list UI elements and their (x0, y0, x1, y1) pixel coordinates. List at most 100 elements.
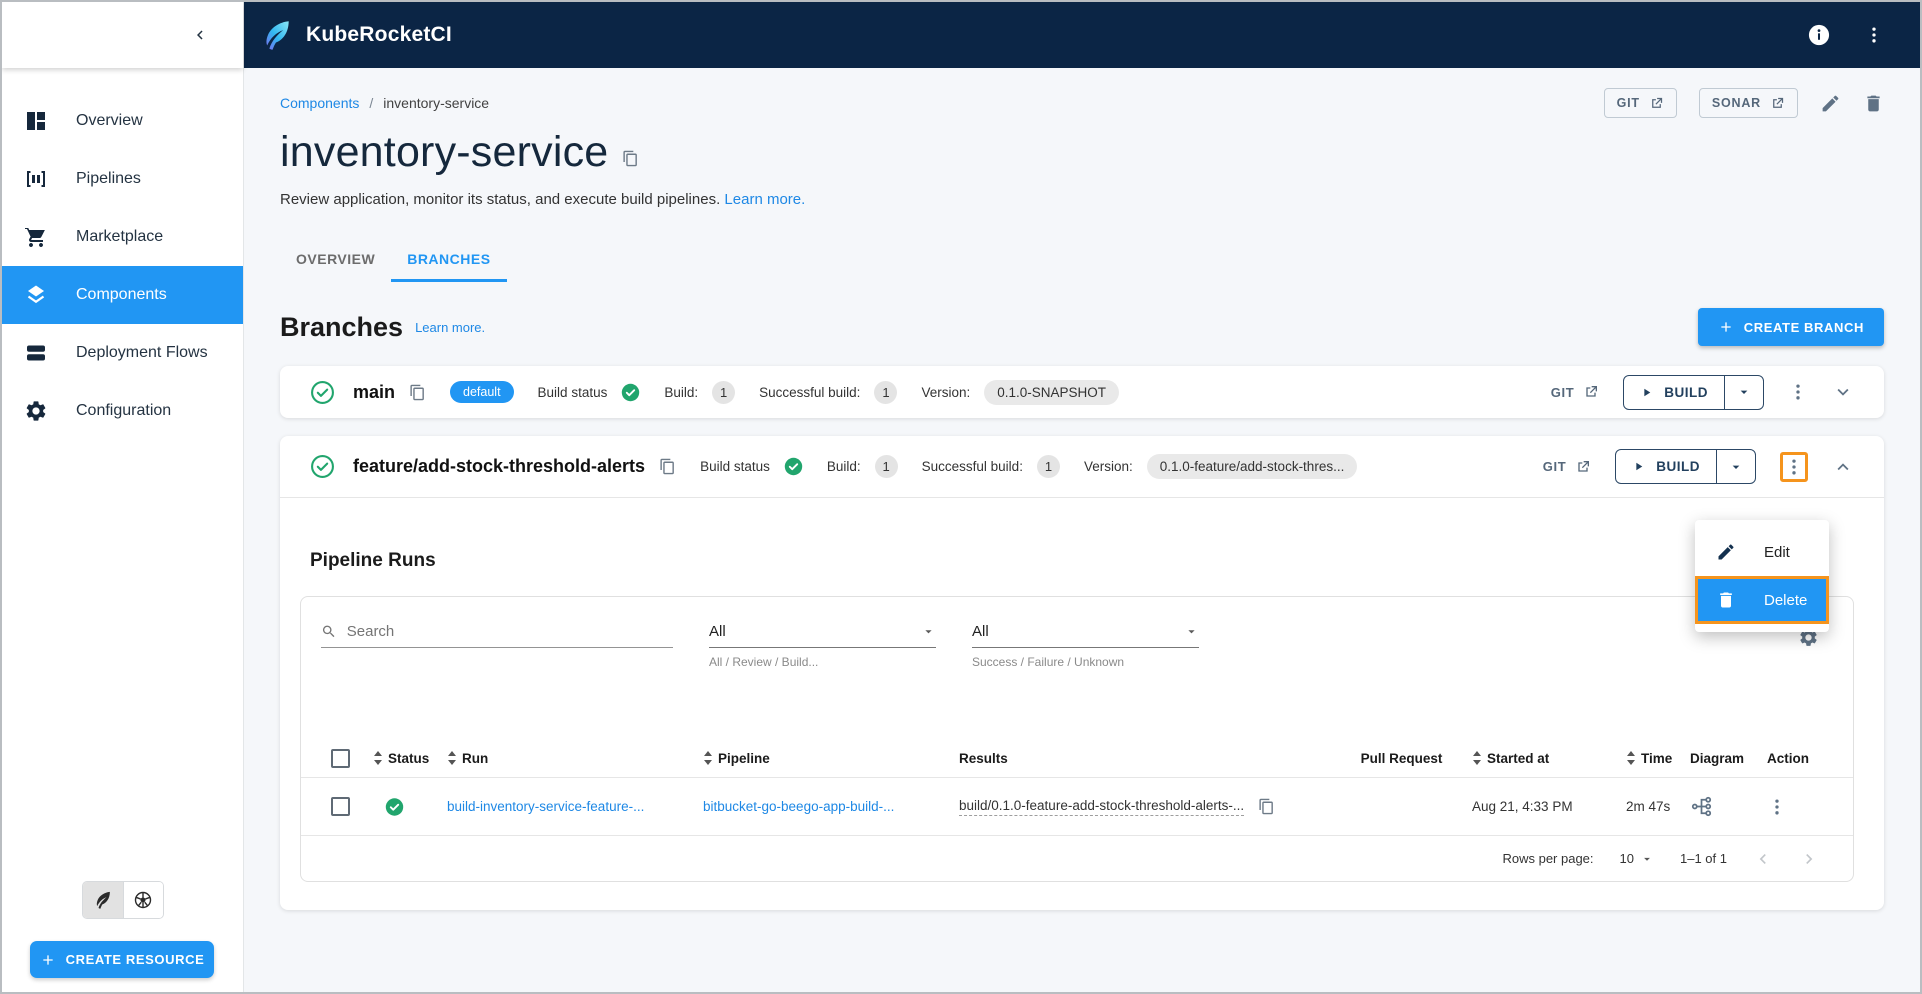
column-time[interactable]: Time (1641, 751, 1672, 766)
sidebar-item-components[interactable]: Components (2, 266, 243, 324)
build-status-label: Build status (700, 459, 770, 474)
caret-down-icon (1644, 857, 1650, 861)
context-menu-edit[interactable]: Edit (1695, 528, 1829, 576)
time-value: 2m 47s (1626, 799, 1671, 814)
column-pipeline[interactable]: Pipeline (718, 751, 770, 766)
sidebar-item-overview[interactable]: Overview (2, 92, 243, 150)
sidebar-item-marketplace[interactable]: Marketplace (2, 208, 243, 266)
plus-icon (1721, 322, 1731, 332)
sort-icon[interactable] (1472, 750, 1482, 766)
column-diagram: Diagram (1690, 750, 1745, 766)
status-select[interactable]: All (972, 623, 1199, 648)
run-diagram-icon[interactable] (1690, 795, 1713, 818)
kuberocketci-view-toggle[interactable] (83, 882, 123, 918)
header-kebab-menu-icon[interactable] (1864, 25, 1884, 45)
sidebar-top (2, 2, 243, 68)
pipeline-link[interactable]: bitbucket-go-beego-app-build-... (703, 799, 894, 814)
copy-results-icon[interactable] (1258, 798, 1275, 815)
branch-context-menu: Edit Delete (1695, 520, 1829, 632)
edit-component-pencil-icon[interactable] (1820, 93, 1841, 114)
create-branch-button[interactable]: CREATE BRANCH (1697, 308, 1884, 346)
context-menu-delete[interactable]: Delete (1695, 576, 1829, 624)
search-field (321, 623, 673, 648)
pipeline-runs-table: Status Run Pipeline Results Pull Request… (301, 739, 1853, 881)
status-filter: All Success / Failure / Unknown (972, 623, 1199, 669)
successful-build-count-chip: 1 (1036, 455, 1060, 478)
breadcrumb-components-link[interactable]: Components (280, 95, 359, 111)
build-label: Build: (826, 459, 861, 474)
branch-name: feature/add-stock-threshold-alerts (353, 456, 646, 476)
description-text: Review application, monitor its status, … (280, 191, 721, 208)
sonar-button[interactable]: SONAR (1698, 88, 1798, 118)
git-label: GIT (1542, 459, 1567, 474)
expand-branch-chevron-down-icon[interactable] (1832, 381, 1854, 403)
sidebar-item-label: Deployment Flows (76, 344, 208, 361)
main-content: Components / inventory-service GIT SONAR… (244, 68, 1920, 992)
next-page-chevron-icon[interactable] (1799, 849, 1819, 869)
tab-overview[interactable]: OVERVIEW (280, 240, 391, 282)
sort-icon[interactable] (447, 750, 457, 766)
git-button[interactable]: GIT (1603, 88, 1677, 118)
branch-feature-actions: GIT BUILD (1543, 449, 1854, 484)
description-learn-more-link[interactable]: Learn more. (724, 191, 805, 208)
build-count-chip: 1 (712, 380, 736, 404)
select-all-checkbox[interactable] (331, 748, 350, 768)
create-resource-button[interactable]: CREATE RESOURCE (30, 941, 214, 978)
sort-icon[interactable] (373, 750, 383, 766)
page-description: Review application, monitor its status, … (280, 191, 1884, 208)
branch-git-link[interactable]: GIT (1543, 459, 1591, 475)
branches-learn-more-link[interactable]: Learn more. (415, 320, 485, 335)
branches-heading: Branches (280, 311, 404, 342)
delete-label: Delete (1764, 591, 1808, 609)
copy-branch-name-icon[interactable] (409, 384, 426, 401)
copy-branch-name-icon[interactable] (659, 458, 676, 475)
app-title: KubeRocketCI (306, 23, 452, 46)
sidebar-item-pipelines[interactable]: Pipelines (2, 150, 243, 208)
pipeline-type-select[interactable]: All (709, 623, 936, 648)
sidebar-item-deployment-flows[interactable]: Deployment Flows (2, 324, 243, 382)
sort-icon[interactable] (1626, 750, 1636, 766)
column-status[interactable]: Status (388, 751, 429, 766)
build-split-button: BUILD (1615, 449, 1756, 484)
branch-git-link[interactable]: GIT (1551, 384, 1599, 400)
collapse-sidebar-icon[interactable] (191, 26, 209, 44)
view-toggle-group (82, 881, 164, 919)
git-button-label: GIT (1616, 96, 1640, 110)
run-link[interactable]: build-inventory-service-feature-... (447, 799, 644, 814)
pipeline-runs-heading: Pipeline Runs (310, 550, 436, 571)
previous-page-chevron-icon[interactable] (1753, 849, 1773, 869)
play-icon (1644, 388, 1651, 396)
column-results: Results (959, 750, 1008, 766)
search-input[interactable] (346, 623, 673, 640)
build-split-button: BUILD (1623, 374, 1764, 410)
column-run[interactable]: Run (462, 751, 488, 766)
info-icon[interactable] (1808, 24, 1830, 46)
sort-icon[interactable] (703, 750, 713, 766)
kubernetes-view-toggle[interactable] (122, 882, 163, 918)
sidebar-bottom: CREATE RESOURCE (2, 881, 243, 992)
delete-component-trash-icon[interactable] (1863, 93, 1884, 114)
column-started-at[interactable]: Started at (1487, 751, 1549, 766)
deployment-flows-icon (27, 345, 45, 361)
collapse-branch-chevron-up-icon[interactable] (1832, 456, 1854, 478)
app-logo[interactable]: KubeRocketCI (260, 18, 452, 52)
successful-build-count-chip: 1 (874, 380, 898, 404)
rows-per-page-select[interactable]: 10 (1620, 851, 1654, 866)
breadcrumb-separator: / (369, 95, 374, 111)
build-button[interactable]: BUILD (1616, 450, 1716, 483)
build-status-label: Build status (537, 384, 608, 400)
run-actions-kebab-icon[interactable] (1767, 797, 1787, 817)
sidebar-item-configuration[interactable]: Configuration (2, 382, 243, 440)
tab-branches[interactable]: BRANCHES (391, 240, 507, 282)
branch-kebab-menu-icon[interactable] (1788, 382, 1808, 402)
build-dropdown-toggle[interactable] (1724, 375, 1763, 409)
build-dropdown-toggle[interactable] (1716, 450, 1755, 483)
caret-down-icon (1740, 390, 1748, 394)
tabs: OVERVIEW BRANCHES (280, 240, 1884, 282)
branch-card-main: main default Build status Build: 1 Succe… (280, 366, 1884, 418)
row-checkbox[interactable] (331, 797, 350, 816)
create-resource-label: CREATE RESOURCE (65, 952, 205, 967)
branch-kebab-menu-icon[interactable] (1784, 457, 1804, 477)
build-button[interactable]: BUILD (1624, 376, 1724, 409)
copy-title-icon[interactable] (622, 150, 639, 167)
